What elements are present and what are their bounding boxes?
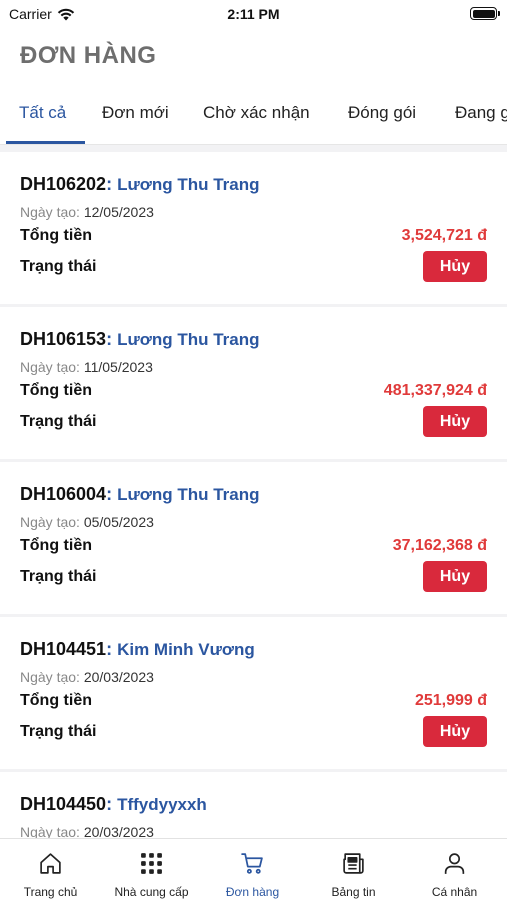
newspaper-icon [343, 853, 364, 874]
status-label: Trạng thái [20, 568, 97, 585]
date-value: 12/05/2023 [83, 204, 154, 220]
customer-name: Kim Minh Vương [117, 640, 255, 659]
order-code: DH104451 [20, 639, 107, 659]
order-code: DH104450 [20, 794, 107, 814]
created-date: Ngày tạo: 05/05/2023 [20, 514, 154, 530]
nav-suppliers[interactable]: Nhà cung cấp [101, 839, 202, 900]
date-value: 20/03/2023 [83, 669, 154, 685]
clock: 2:11 PM [227, 6, 280, 22]
order-heading: DH106004: Lương Thu Trang [20, 484, 260, 504]
status-bar: Carrier 2:11 PM [0, 0, 507, 30]
order-total: 481,337,924 đ [383, 382, 487, 399]
nav-orders[interactable]: Đơn hàng [202, 839, 303, 900]
order-card[interactable]: DH106153: Lương Thu Trang Ngày tạo: 11/0… [0, 307, 507, 459]
date-label: Ngày tạo: [20, 824, 80, 838]
tab-packing[interactable]: Đóng gói [348, 103, 416, 123]
order-heading: DH106202: Lương Thu Trang [20, 174, 260, 194]
nav-suppliers-label: Nhà cung cấp [114, 885, 189, 899]
order-code: DH106004 [20, 484, 107, 504]
grid-icon [141, 853, 162, 874]
tab-shipping[interactable]: Đang g [455, 103, 507, 123]
nav-profile-label: Cá nhân [431, 885, 478, 899]
home-icon [40, 853, 61, 874]
cancel-order-button[interactable]: Hủy [423, 251, 487, 282]
order-code: DH106153 [20, 329, 107, 349]
cart-icon [241, 853, 263, 874]
nav-home[interactable]: Trang chủ [0, 839, 101, 900]
order-card[interactable]: DH104451: Kim Minh Vương Ngày tạo: 20/03… [0, 617, 507, 769]
date-label: Ngày tạo: [20, 669, 80, 685]
cancel-order-button[interactable]: Hủy [423, 406, 487, 437]
created-date: Ngày tạo: 11/05/2023 [20, 359, 153, 375]
order-status-tabs: Tất cả Đơn mới Chờ xác nhận Đóng gói Đan… [0, 80, 507, 145]
user-icon [444, 853, 465, 874]
order-total: 37,162,368 đ [392, 537, 487, 554]
order-card[interactable]: DH104450: Tffydyyxxh Ngày tạo: 20/03/202… [0, 772, 507, 838]
nav-orders-label: Đơn hàng [225, 885, 280, 899]
tab-new[interactable]: Đơn mới [102, 103, 169, 123]
date-label: Ngày tạo: [20, 514, 80, 530]
total-label: Tổng tiền [20, 382, 92, 399]
total-label: Tổng tiền [20, 692, 92, 709]
order-heading: DH106153: Lương Thu Trang [20, 329, 260, 349]
created-date: Ngày tạo: 20/03/2023 [20, 824, 154, 838]
status-label: Trạng thái [20, 258, 97, 275]
nav-news-label: Bảng tin [331, 885, 376, 899]
tab-awaiting-confirmation[interactable]: Chờ xác nhận [203, 103, 310, 123]
page-title: ĐƠN HÀNG [20, 42, 157, 69]
customer-name: Lương Thu Trang [117, 175, 260, 194]
nav-profile[interactable]: Cá nhân [404, 839, 505, 900]
tab-all[interactable]: Tất cả [19, 103, 66, 123]
order-code: DH106202 [20, 174, 107, 194]
cancel-order-button[interactable]: Hủy [423, 561, 487, 592]
customer-name: Lương Thu Trang [117, 330, 260, 349]
order-card[interactable]: DH106202: Lương Thu Trang Ngày tạo: 12/0… [0, 152, 507, 304]
status-label: Trạng thái [20, 413, 97, 430]
order-total: 3,524,721 đ [401, 227, 487, 244]
created-date: Ngày tạo: 20/03/2023 [20, 669, 154, 685]
total-label: Tổng tiền [20, 227, 92, 244]
date-label: Ngày tạo: [20, 359, 80, 375]
order-list[interactable]: DH106202: Lương Thu Trang Ngày tạo: 12/0… [0, 152, 507, 838]
order-card[interactable]: DH106004: Lương Thu Trang Ngày tạo: 05/0… [0, 462, 507, 614]
header: ĐƠN HÀNG [0, 30, 507, 80]
bottom-navigation: Trang chủ Nhà cung cấp Đơn hàng Bảng tin… [0, 838, 507, 900]
date-label: Ngày tạo: [20, 204, 80, 220]
customer-name: Tffydyyxxh [117, 795, 207, 814]
created-date: Ngày tạo: 12/05/2023 [20, 204, 154, 220]
cancel-order-button[interactable]: Hủy [423, 716, 487, 747]
date-value: 05/05/2023 [83, 514, 154, 530]
battery-icon [470, 7, 500, 20]
order-total: 251,999 đ [414, 692, 487, 709]
nav-home-label: Trang chủ [23, 885, 78, 899]
date-value: 11/05/2023 [83, 359, 153, 375]
status-label: Trạng thái [20, 723, 97, 740]
order-heading: DH104450: Tffydyyxxh [20, 794, 207, 814]
nav-news[interactable]: Bảng tin [303, 839, 404, 900]
total-label: Tổng tiền [20, 537, 92, 554]
customer-name: Lương Thu Trang [117, 485, 260, 504]
active-tab-indicator [6, 141, 85, 144]
order-heading: DH104451: Kim Minh Vương [20, 639, 255, 659]
date-value: 20/03/2023 [83, 824, 154, 838]
